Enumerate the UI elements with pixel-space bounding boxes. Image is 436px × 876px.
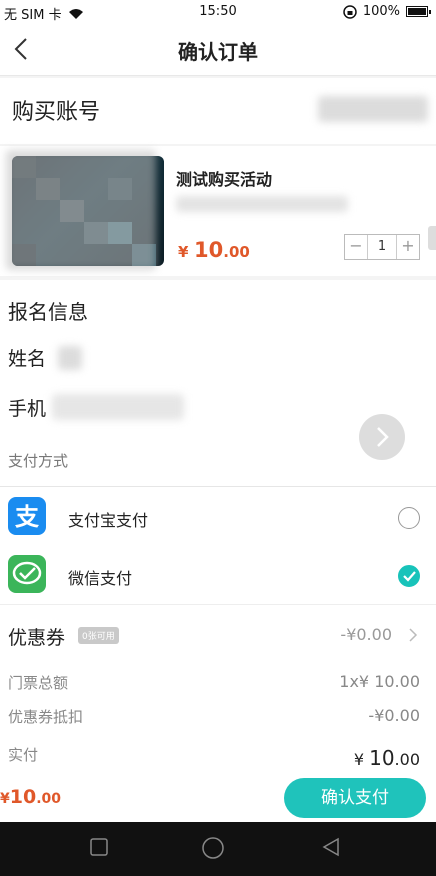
status-bar: 无 SIM 卡 15:50 100% <box>0 0 436 24</box>
battery-percent: 100% <box>362 4 400 19</box>
signup-heading: 报名信息 <box>8 300 88 324</box>
battery-icon <box>406 6 431 17</box>
confirm-payment-button[interactable]: 确认支付 <box>284 778 426 818</box>
order-summary: 门票总额 1x¥ 10.00 优惠券抵扣 -¥0.00 实付 ¥ 10.00 <box>0 662 436 774</box>
coupon-available-badge: 0张可用 <box>78 627 119 644</box>
coupon-discount-value: -¥0.00 <box>368 706 420 725</box>
payment-method-label: 支付方式 <box>8 452 69 470</box>
recents-icon[interactable] <box>88 836 110 858</box>
payment-option-label: 支付宝支付 <box>68 511 149 530</box>
alipay-icon: 支 <box>8 497 46 535</box>
coupon-value: -¥0.00 <box>340 625 392 644</box>
back-icon[interactable] <box>320 836 342 858</box>
quantity-value[interactable]: 1 <box>367 235 397 259</box>
status-right: 100% <box>343 4 431 19</box>
name-field-redacted[interactable] <box>58 346 82 370</box>
account-section: 购买账号 <box>0 78 436 144</box>
product-name: 测试购买活动 <box>176 170 273 189</box>
account-heading: 购买账号 <box>12 100 101 125</box>
thumbnail-redacted <box>6 150 156 270</box>
wechat-pay-icon <box>8 555 46 593</box>
radio-unchecked[interactable] <box>398 507 420 529</box>
payment-option-wechat[interactable]: 微信支付 <box>0 547 436 605</box>
decrement-button[interactable]: − <box>345 235 367 259</box>
signup-section: 报名信息 姓名 手机 支付方式 <box>0 280 436 486</box>
product-price: ¥ 10.00 <box>178 238 250 262</box>
ticket-total-label: 门票总额 <box>8 674 69 692</box>
product-desc-redacted <box>176 196 348 212</box>
name-label: 姓名 <box>8 348 47 370</box>
check-icon <box>402 570 416 582</box>
product-card: 测试购买活动 ¥ 10.00 − 1 + <box>0 146 436 276</box>
total-price: ¥10.00 <box>0 786 62 808</box>
radio-checked[interactable] <box>398 565 420 587</box>
ticket-total-value: 1x¥ 10.00 <box>339 672 420 691</box>
increment-button[interactable]: + <box>397 235 419 259</box>
quantity-stepper: − 1 + <box>344 234 420 260</box>
coupon-row[interactable]: 优惠券 0张可用 -¥0.00 <box>0 604 436 662</box>
phone-label: 手机 <box>8 398 47 420</box>
payment-options: 支 支付宝支付 微信支付 <box>0 486 436 604</box>
coupon-discount-label: 优惠券抵扣 <box>8 708 84 726</box>
floating-next-button[interactable] <box>359 414 405 460</box>
svg-text:支: 支 <box>15 503 40 531</box>
payment-option-alipay[interactable]: 支 支付宝支付 <box>0 489 436 547</box>
payment-option-label: 微信支付 <box>68 569 133 588</box>
system-nav-bar <box>0 822 436 876</box>
page-title: 确认订单 <box>178 40 258 64</box>
paid-value: ¥ 10.00 <box>353 746 420 770</box>
side-tab <box>428 226 436 250</box>
chevron-right-icon <box>409 628 418 642</box>
nav-bar: 确认订单 <box>0 24 436 76</box>
account-value-redacted <box>318 96 428 122</box>
bottom-bar: ¥10.00 确认支付 <box>0 774 436 822</box>
home-icon[interactable] <box>201 836 225 860</box>
paid-label: 实付 <box>8 746 39 764</box>
chevron-right-icon <box>377 427 389 447</box>
coupon-label: 优惠券 <box>8 627 66 649</box>
phone-field-redacted[interactable] <box>52 394 184 420</box>
rotation-lock-icon <box>343 4 357 19</box>
